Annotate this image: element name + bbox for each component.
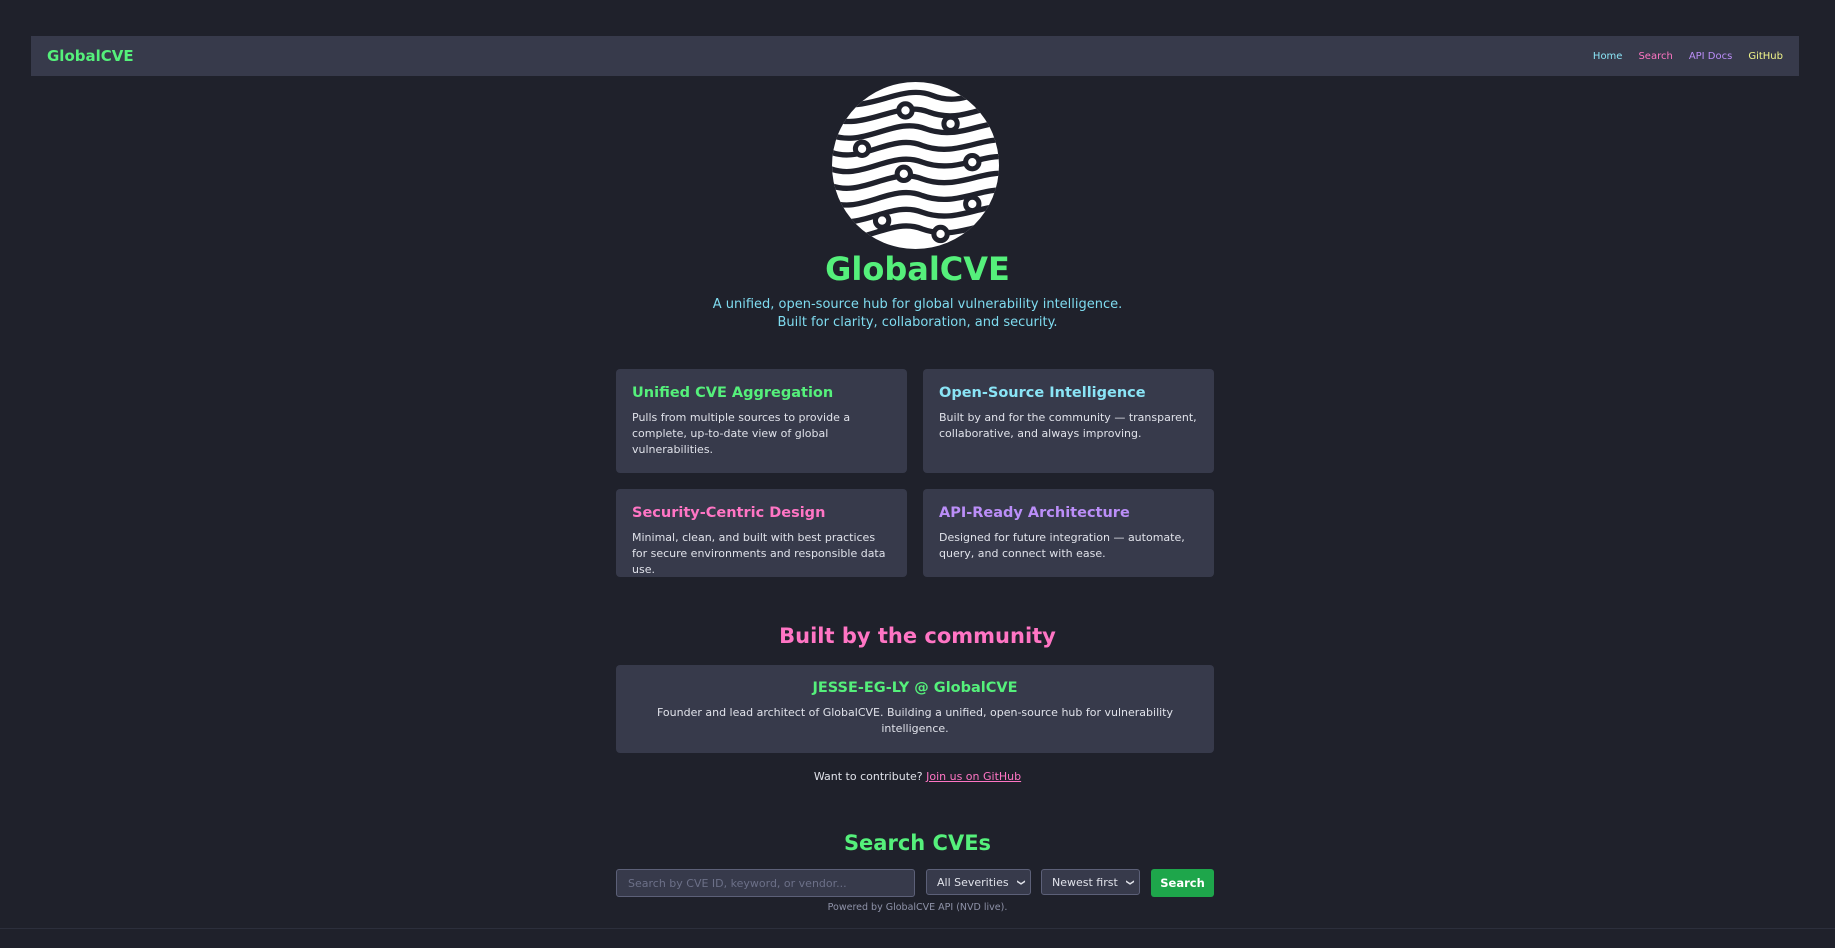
- founder-description: Founder and lead architect of GlobalCVE.…: [656, 706, 1174, 735]
- feature-card-title: Unified CVE Aggregation: [632, 385, 834, 401]
- nav-link-api-docs[interactable]: API Docs: [1689, 51, 1733, 62]
- founder-card: JESSE-EG-LY @ GlobalCVE Founder and lead…: [616, 665, 1214, 753]
- search-button[interactable]: Search: [1151, 869, 1214, 897]
- feature-card-text: Designed for future integration — automa…: [939, 531, 1185, 560]
- contribute-line: Want to contribute? Join us on GitHub: [0, 770, 1835, 783]
- top-navbar: GlobalCVE Home Search API Docs GitHub: [31, 36, 1799, 76]
- severity-select[interactable]: All Severities ❯: [926, 869, 1031, 895]
- nav-link-home[interactable]: Home: [1593, 51, 1623, 62]
- feature-card-title: Open-Source Intelligence: [939, 385, 1146, 401]
- sort-select-value: Newest first: [1052, 875, 1118, 889]
- globe-circuit-logo: [832, 82, 999, 249]
- feature-card-text: Minimal, clean, and built with best prac…: [632, 531, 886, 576]
- chevron-down-icon: ❯: [1126, 878, 1136, 886]
- github-join-link[interactable]: Join us on GitHub: [926, 770, 1021, 783]
- nav-link-search[interactable]: Search: [1638, 51, 1672, 62]
- feature-card-text: Pulls from multiple sources to provide a…: [632, 411, 851, 456]
- founder-name: JESSE-EG-LY @ GlobalCVE: [812, 680, 1018, 696]
- contribute-text: Want to contribute?: [813, 770, 927, 783]
- sort-select[interactable]: Newest first ❯: [1041, 869, 1140, 895]
- feature-card-title: Security-Centric Design: [632, 505, 826, 521]
- powered-by-note: Powered by GlobalCVE API (NVD live).: [827, 902, 1008, 913]
- feature-card-osint: Open-Source Intelligence Built by and fo…: [923, 369, 1214, 473]
- feature-card-aggregation: Unified CVE Aggregation Pulls from multi…: [616, 369, 907, 473]
- page-divider: [0, 928, 1835, 929]
- feature-card-text: Built by and for the community — transpa…: [939, 411, 1197, 440]
- severity-select-value: All Severities: [937, 875, 1009, 889]
- hero-tagline-line1: A unified, open-source hub for global vu…: [712, 297, 1123, 312]
- feature-card-title: API-Ready Architecture: [939, 505, 1130, 521]
- hero-tagline-line2: Built for clarity, collaboration, and se…: [777, 315, 1058, 330]
- brand-link[interactable]: GlobalCVE: [47, 47, 134, 65]
- nav-links: Home Search API Docs GitHub: [1593, 51, 1783, 62]
- hero-title: GlobalCVE: [825, 250, 1010, 288]
- community-heading: Built by the community: [779, 624, 1056, 648]
- search-heading: Search CVEs: [843, 831, 992, 855]
- cve-search-input[interactable]: [616, 869, 915, 897]
- nav-link-github[interactable]: GitHub: [1748, 51, 1783, 62]
- chevron-down-icon: ❯: [1017, 878, 1027, 886]
- feature-card-api: API-Ready Architecture Designed for futu…: [923, 489, 1214, 577]
- feature-card-security: Security-Centric Design Minimal, clean, …: [616, 489, 907, 577]
